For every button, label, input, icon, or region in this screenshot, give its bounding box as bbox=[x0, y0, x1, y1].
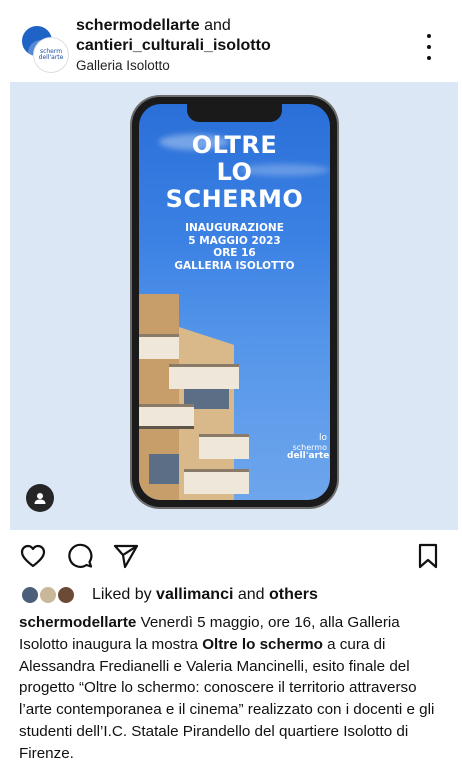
avatar-logo-text: scherm dell'arte bbox=[38, 48, 64, 61]
and-text: and bbox=[204, 17, 231, 34]
likes-prefix: Liked by bbox=[92, 586, 157, 603]
username-link-2[interactable]: cantieri_culturali_isolotto bbox=[76, 37, 271, 54]
poster-title-line: OLTRE bbox=[191, 131, 278, 159]
post-image[interactable]: OLTRE LO SCHERMO INAUGURAZIONE 5 MAGGIO … bbox=[10, 82, 458, 530]
liker-avatar[interactable] bbox=[56, 585, 76, 605]
caption-bold-text: Oltre lo schermo bbox=[202, 635, 323, 653]
comment-icon[interactable] bbox=[66, 542, 94, 570]
building-illustration bbox=[139, 294, 249, 500]
poster-logo: lo schermo dell'arte bbox=[287, 433, 330, 461]
liker-avatar[interactable] bbox=[20, 585, 40, 605]
poster-screen: OLTRE LO SCHERMO INAUGURAZIONE 5 MAGGIO … bbox=[139, 104, 330, 500]
poster-info-line: 5 MAGGIO 2023 bbox=[188, 234, 281, 247]
location-link[interactable]: Galleria Isolotto bbox=[76, 58, 170, 73]
action-bar bbox=[0, 536, 462, 576]
poster-info-line: GALLERIA ISOLOTTO bbox=[174, 259, 295, 272]
liker-avatar[interactable] bbox=[38, 585, 58, 605]
poster-info-line: ORE 16 bbox=[213, 247, 256, 259]
caption-author[interactable]: schermodellarte bbox=[19, 614, 136, 631]
post-header: scherm dell'arte schermodellarte and can… bbox=[0, 0, 462, 82]
username-link-1[interactable]: schermodellarte bbox=[76, 17, 200, 34]
likes-row: Liked by vallimanci and others bbox=[0, 582, 462, 608]
likes-middle: and bbox=[233, 586, 270, 603]
poster-title: OLTRE LO SCHERMO bbox=[139, 132, 330, 213]
liker-username[interactable]: vallimanci bbox=[156, 586, 233, 603]
heart-icon[interactable] bbox=[19, 542, 47, 570]
more-vertical-icon[interactable] bbox=[422, 34, 436, 60]
logo-line: dell'arte bbox=[287, 451, 330, 461]
likes-text[interactable]: Liked by vallimanci and others bbox=[92, 586, 318, 604]
avatar-cantieri-culturali[interactable]: scherm dell'arte bbox=[34, 38, 68, 72]
post-authors: schermodellarte and cantieri_culturali_i… bbox=[76, 16, 271, 56]
send-icon[interactable] bbox=[112, 542, 140, 570]
logo-line: lo bbox=[318, 433, 327, 443]
poster-title-line: SCHERMO bbox=[165, 185, 304, 213]
phone-mockup: OLTRE LO SCHERMO INAUGURAZIONE 5 MAGGIO … bbox=[132, 97, 337, 507]
post-caption: schermodellarte Venerdì 5 maggio, ore 16… bbox=[19, 612, 451, 765]
poster-info-line: INAUGURAZIONE bbox=[185, 222, 284, 234]
poster-event-info: INAUGURAZIONE 5 MAGGIO 2023 ORE 16 GALLE… bbox=[139, 222, 330, 272]
poster-title-line: LO bbox=[216, 158, 253, 186]
caption-text: a cura di Alessandra Fredianelli e Valer… bbox=[19, 635, 435, 762]
collab-avatars[interactable]: scherm dell'arte bbox=[20, 24, 70, 74]
bookmark-icon[interactable] bbox=[414, 542, 442, 570]
phone-notch bbox=[187, 104, 282, 122]
user-tag-icon[interactable] bbox=[26, 484, 54, 512]
likes-others[interactable]: others bbox=[269, 586, 318, 603]
